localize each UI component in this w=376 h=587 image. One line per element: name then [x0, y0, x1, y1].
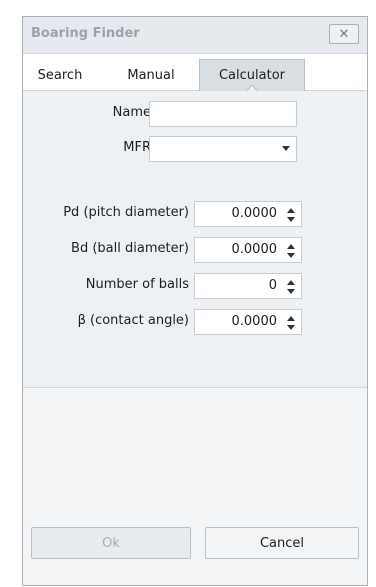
- tab-calculator-label: Calculator: [218, 68, 285, 83]
- beta-label: β (contact angle): [77, 313, 189, 328]
- window-title: Boaring Finder: [31, 26, 140, 41]
- name-input[interactable]: [149, 101, 297, 127]
- close-icon: ✕: [338, 26, 350, 42]
- cancel-button[interactable]: Cancel: [205, 527, 359, 559]
- tab-search-label: Search: [37, 67, 83, 83]
- chevron-down-icon: [282, 146, 290, 151]
- name-label: Name: [112, 105, 151, 120]
- tab-strip: Search Manual Calculator: [23, 54, 367, 92]
- bd-label: Bd (ball diameter): [71, 241, 189, 256]
- pd-stepper[interactable]: 0.0000: [194, 201, 302, 227]
- spin-updown-icon[interactable]: [286, 242, 296, 260]
- bd-value: 0.0000: [231, 242, 278, 257]
- bd-stepper[interactable]: 0.0000: [194, 237, 302, 263]
- beta-stepper[interactable]: 0.0000: [194, 309, 302, 335]
- balls-stepper[interactable]: 0: [194, 273, 302, 299]
- mfr-label: MFR: [123, 140, 151, 155]
- pd-value: 0.0000: [231, 206, 278, 221]
- title-bar: Boaring Finder ✕: [23, 17, 367, 54]
- beta-value: 0.0000: [231, 314, 278, 329]
- balls-label: Number of balls: [85, 277, 189, 292]
- ok-button[interactable]: Ok: [31, 527, 191, 559]
- mfr-dropdown[interactable]: [149, 136, 297, 162]
- spin-updown-icon[interactable]: [286, 206, 296, 224]
- calculator-panel: Name MFR Pd (pitch diameter) 0.0000 Bd (…: [23, 91, 367, 388]
- tab-manual-label: Manual: [127, 67, 175, 83]
- pd-label: Pd (pitch diameter): [63, 205, 189, 220]
- spin-updown-icon[interactable]: [286, 314, 296, 332]
- bearing-finder-window: Boaring Finder ✕ Search Manual Calculato…: [22, 16, 368, 586]
- close-button[interactable]: ✕: [329, 24, 359, 44]
- balls-value: 0: [268, 278, 277, 293]
- tab-manual[interactable]: Manual: [111, 60, 191, 90]
- tab-search[interactable]: Search: [31, 60, 89, 90]
- tab-calculator[interactable]: Calculator: [199, 59, 305, 92]
- spin-updown-icon[interactable]: [286, 278, 296, 296]
